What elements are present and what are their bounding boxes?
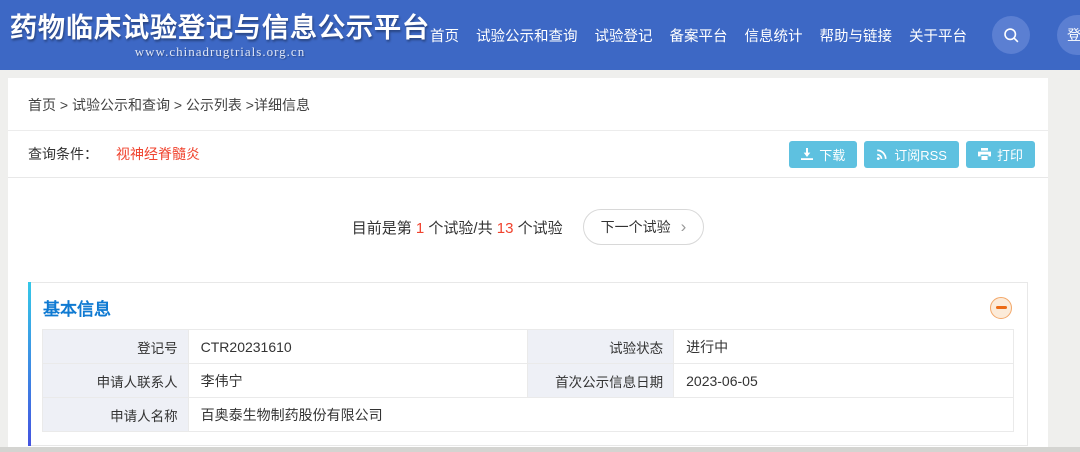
nav-item-home[interactable]: 首页 <box>430 25 459 46</box>
basic-info-panel: 基本信息 登记号 CTR20231610 试验状态 进行中 申请人联系人 李伟宁… <box>28 282 1028 446</box>
basic-info-table: 登记号 CTR20231610 试验状态 进行中 申请人联系人 李伟宁 首次公示… <box>42 329 1014 432</box>
first-publicity-date-value: 2023-06-05 <box>674 364 1014 398</box>
login-button[interactable]: 登录 <box>1057 15 1080 55</box>
download-icon <box>801 148 813 160</box>
query-condition-label: 查询条件： <box>28 144 98 164</box>
site-logo[interactable]: 药物临床试验登记与信息公示平台 www.chinadrugtrials.org.… <box>10 11 430 60</box>
nav-item-filing-platform[interactable]: 备案平台 <box>670 25 728 46</box>
search-button[interactable] <box>992 16 1030 54</box>
printer-icon <box>978 148 991 160</box>
applicant-name-label: 申请人名称 <box>43 398 189 432</box>
counter-suffix: 个试验 <box>513 220 562 237</box>
panel-title: 基本信息 <box>43 295 111 320</box>
breadcrumb[interactable]: 首页 > 试验公示和查询 > 公示列表 >详细信息 <box>8 78 1048 131</box>
print-button[interactable]: 打印 <box>966 141 1035 168</box>
registration-no-value: CTR20231610 <box>188 330 528 364</box>
counter-total: 13 <box>497 220 514 237</box>
trial-status-label: 试验状态 <box>528 330 674 364</box>
content-container: 首页 > 试验公示和查询 > 公示列表 >详细信息 查询条件： 视神经脊髓炎 下… <box>8 78 1048 448</box>
site-url: www.chinadrugtrials.org.cn <box>10 44 430 60</box>
chevron-right-icon: › <box>681 222 687 232</box>
nav-item-trial-registration[interactable]: 试验登记 <box>595 25 653 46</box>
print-label: 打印 <box>997 145 1023 164</box>
applicant-contact-label: 申请人联系人 <box>43 364 189 398</box>
applicant-contact-value: 李伟宁 <box>188 364 528 398</box>
rss-button[interactable]: 订阅RSS <box>864 141 959 168</box>
main-nav: 首页 试验公示和查询 试验登记 备案平台 信息统计 帮助与链接 关于平台 登录 <box>430 15 1080 55</box>
rss-icon <box>876 148 888 160</box>
toolbar: 下载 订阅RSS <box>789 141 1035 168</box>
collapse-minus-icon[interactable] <box>990 297 1012 319</box>
trial-counter: 目前是第 1 个试验/共 13 个试验 <box>352 217 563 238</box>
download-label: 下载 <box>819 145 845 164</box>
first-publicity-date-label: 首次公示信息日期 <box>528 364 674 398</box>
counter-current: 1 <box>416 220 424 237</box>
applicant-name-value: 百奥泰生物制药股份有限公司 <box>188 398 1013 432</box>
nav-item-about[interactable]: 关于平台 <box>909 25 967 46</box>
nav-item-statistics[interactable]: 信息统计 <box>745 25 803 46</box>
query-condition-value: 视神经脊髓炎 <box>116 144 200 164</box>
trial-status-value: 进行中 <box>674 330 1014 364</box>
counter-middle: 个试验/共 <box>424 220 497 237</box>
basic-info-panel-header: 基本信息 <box>29 283 1027 329</box>
registration-no-label: 登记号 <box>43 330 189 364</box>
next-trial-label: 下一个试验 <box>601 217 671 237</box>
login-label: 登录 <box>1067 25 1080 45</box>
site-header: 药物临床试验登记与信息公示平台 www.chinadrugtrials.org.… <box>0 0 1080 70</box>
table-row: 登记号 CTR20231610 试验状态 进行中 <box>43 330 1014 364</box>
query-condition-row: 查询条件： 视神经脊髓炎 下载 <box>8 131 1048 178</box>
minus-bar <box>996 306 1007 309</box>
search-icon <box>1003 27 1020 44</box>
rss-label: 订阅RSS <box>894 145 947 164</box>
section-divider <box>0 447 1080 452</box>
trial-pager: 目前是第 1 个试验/共 13 个试验 下一个试验 › <box>8 178 1048 276</box>
table-row: 申请人联系人 李伟宁 首次公示信息日期 2023-06-05 <box>43 364 1014 398</box>
site-title: 药物临床试验登记与信息公示平台 <box>10 13 430 43</box>
counter-prefix: 目前是第 <box>352 220 416 237</box>
download-button[interactable]: 下载 <box>789 141 857 168</box>
nav-item-trial-publicity-search[interactable]: 试验公示和查询 <box>476 25 578 46</box>
table-row: 申请人名称 百奥泰生物制药股份有限公司 <box>43 398 1014 432</box>
nav-item-help-links[interactable]: 帮助与链接 <box>820 25 893 46</box>
next-trial-button[interactable]: 下一个试验 › <box>583 209 705 245</box>
